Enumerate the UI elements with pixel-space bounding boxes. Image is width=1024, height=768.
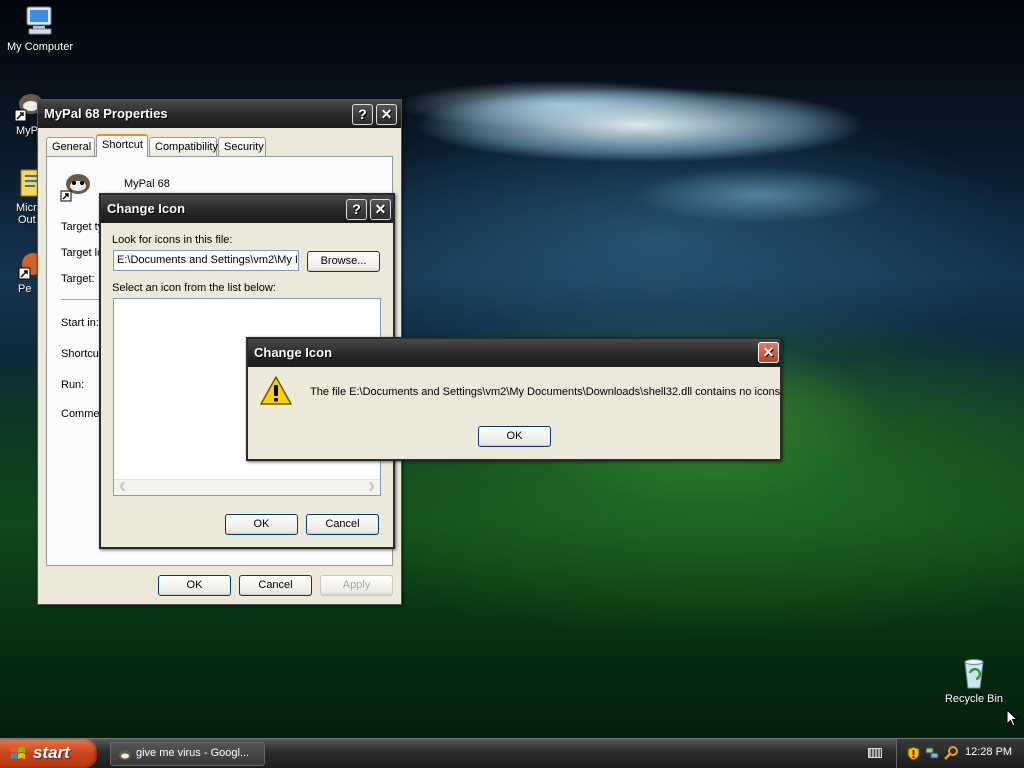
dialog-title: Change Icon (107, 201, 186, 216)
ok-button[interactable]: OK (225, 514, 298, 535)
recycle-bin-icon (957, 656, 991, 690)
dialog-title: Change Icon (254, 345, 333, 360)
error-dialog: Change Icon ✕ The file E:\Documents and … (246, 337, 784, 461)
scroll-right-arrow[interactable]: ❯ (365, 481, 378, 494)
mypal-app-icon (59, 169, 93, 203)
shortcut-name: MyPal 68 (124, 178, 170, 190)
label-run: Run: (61, 379, 85, 391)
windows-logo-icon (10, 746, 26, 762)
help-button[interactable]: ? (352, 104, 373, 125)
label-shortcut-key: Shortcu (61, 348, 99, 360)
look-for-label: Look for icons in this file: (112, 234, 233, 246)
notification-area: 12:28 PM (896, 739, 1024, 768)
error-message: The file E:\Documents and Settings\vm2\M… (310, 386, 784, 398)
help-button[interactable]: ? (346, 199, 367, 220)
icon-file-path-input[interactable]: E:\Documents and Settings\vm2\My I (113, 250, 299, 271)
start-button[interactable]: start (0, 739, 97, 768)
select-icon-label: Select an icon from the list below: (112, 282, 276, 294)
network-icon[interactable] (925, 746, 939, 763)
horizontal-scrollbar[interactable]: ❮ ❯ (114, 479, 380, 495)
browse-button[interactable]: Browse... (307, 251, 380, 272)
my-computer-icon (23, 4, 57, 38)
clock[interactable]: 12:28 PM (965, 746, 1012, 758)
tab-general[interactable]: General (46, 137, 95, 157)
error-title-bar[interactable]: Change Icon ✕ (248, 339, 780, 367)
close-button[interactable]: ✕ (376, 104, 397, 125)
warning-icon (260, 375, 292, 407)
task-label: give me virus - Googl... (136, 747, 250, 759)
scroll-left-arrow[interactable]: ❮ (116, 481, 129, 494)
desktop-icon-label: My Computer (6, 41, 74, 53)
change-icon-title-bar[interactable]: Change Icon ? ✕ (101, 195, 393, 223)
desktop-icon-recycle-bin[interactable]: Recycle Bin (934, 656, 1014, 705)
close-button[interactable]: ✕ (758, 342, 779, 363)
window-title: MyPal 68 Properties (44, 106, 168, 121)
keyboard-icon[interactable] (868, 748, 882, 758)
close-button[interactable]: ✕ (370, 199, 391, 220)
ok-button[interactable]: OK (478, 426, 551, 447)
apply-button[interactable]: Apply (320, 575, 393, 596)
label-start-in: Start in: (61, 317, 99, 329)
properties-title-bar[interactable]: MyPal 68 Properties ? ✕ (38, 100, 401, 128)
taskbar: start give me virus - Googl... 12:28 PM (0, 738, 1024, 768)
label-target-location: Target lo (61, 247, 104, 259)
browser-icon (116, 747, 132, 763)
tab-compatibility[interactable]: Compatibility (149, 137, 218, 157)
ok-button[interactable]: OK (158, 575, 231, 596)
security-shield-icon[interactable] (907, 746, 920, 764)
label-target-type: Target ty (61, 221, 104, 233)
start-label: start (33, 743, 70, 762)
cancel-button[interactable]: Cancel (306, 514, 379, 535)
label-target: Target: (61, 273, 95, 285)
tab-shortcut[interactable]: Shortcut (96, 134, 148, 157)
tab-security[interactable]: Security (218, 137, 266, 157)
taskbar-task-button[interactable]: give me virus - Googl... (110, 742, 265, 766)
desktop-icon-my-computer[interactable]: My Computer (0, 4, 80, 53)
search-icon[interactable] (944, 745, 959, 763)
desktop-icon-label: Recycle Bin (944, 693, 1004, 705)
mouse-cursor-icon (1006, 708, 1019, 728)
cancel-button[interactable]: Cancel (239, 575, 312, 596)
